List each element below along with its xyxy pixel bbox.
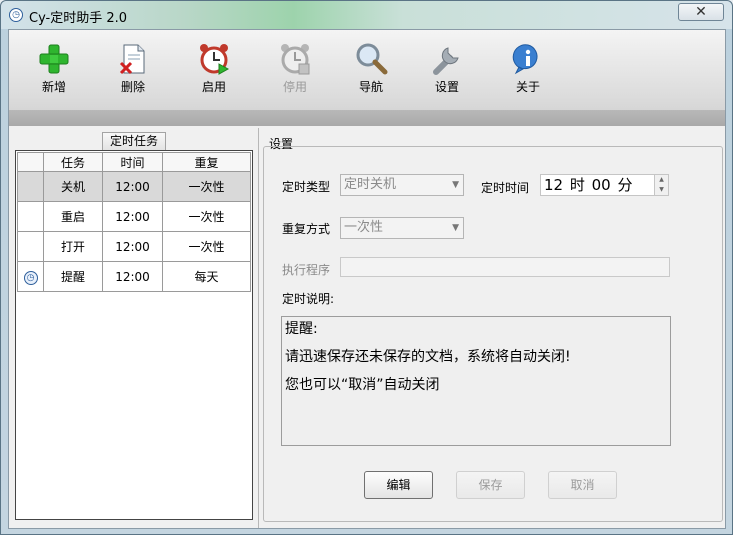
window-title: Cy-定时助手 2.0 (29, 11, 128, 26)
table-row[interactable]: 打开 12:00 一次性 (17, 231, 251, 262)
clock-app-icon[interactable]: ◷ (9, 8, 23, 22)
row-time: 12:00 (102, 231, 163, 262)
row-mark (17, 171, 44, 202)
delete-button-label: 删除 (120, 80, 145, 94)
magnifier-icon (356, 43, 388, 75)
timer-type-value: 定时关机 (344, 177, 397, 192)
task-list[interactable]: 任务 时间 重复 关机 12:00 一次性 重启 12:00 一次性 打开 12… (15, 150, 253, 520)
enable-button-label: 启用 (201, 80, 226, 94)
about-button-label: 关于 (515, 80, 540, 94)
add-button-label: 新增 (41, 80, 66, 94)
row-repeat: 一次性 (162, 231, 251, 262)
timer-time-label: 定时时间 (481, 181, 530, 195)
repeat-mode-select[interactable]: 一次性 ▼ (340, 217, 464, 239)
close-button[interactable]: ✕ (678, 3, 724, 21)
delete-button[interactable]: 删除 (103, 42, 163, 98)
timer-time-input[interactable]: 12 时 00 分 ▲ ▼ (540, 174, 669, 196)
task-table-header: 任务 时间 重复 (17, 152, 251, 172)
row-task: 重启 (43, 201, 103, 232)
alarm-clock-play-icon (200, 44, 230, 75)
row-repeat: 一次性 (162, 171, 251, 202)
row-repeat: 一次性 (162, 201, 251, 232)
save-button[interactable]: 保存 (456, 471, 525, 499)
table-row[interactable]: 重启 12:00 一次性 (17, 201, 251, 232)
navigate-button-label: 导航 (358, 80, 383, 94)
info-icon (512, 44, 538, 75)
task-group-title: 定时任务 (102, 132, 166, 150)
row-repeat: 每天 (162, 261, 251, 292)
table-row[interactable]: 关机 12:00 一次性 (17, 171, 251, 202)
repeat-mode-value: 一次性 (344, 220, 384, 235)
row-mark (17, 231, 44, 262)
spin-down-icon[interactable]: ▼ (655, 185, 668, 195)
chevron-down-icon: ▼ (452, 223, 459, 233)
column-header-time: 时间 (102, 152, 163, 172)
spin-up-icon[interactable]: ▲ (655, 175, 668, 185)
program-label: 执行程序 (282, 263, 331, 277)
app-window: ◷ Cy-定时助手 2.0 ✕ 新增 删除 启用 停用 导航 设置 关于 定时任… (0, 0, 733, 535)
navigate-button[interactable]: 导航 (341, 42, 401, 98)
add-button[interactable]: 新增 (24, 42, 84, 98)
about-button[interactable]: 关于 (498, 42, 558, 98)
row-task: 打开 (43, 231, 103, 262)
delete-document-icon (119, 44, 145, 75)
column-header-repeat: 重复 (162, 152, 251, 172)
repeat-mode-label: 重复方式 (282, 222, 331, 236)
toolbar-divider (9, 110, 725, 126)
settings-button-label: 设置 (434, 80, 459, 94)
task-table: 任务 时间 重复 关机 12:00 一次性 重启 12:00 一次性 打开 12… (17, 152, 251, 292)
table-row[interactable]: ◷ 提醒 12:00 每天 (17, 261, 251, 292)
column-header-task: 任务 (43, 152, 103, 172)
edit-button[interactable]: 编辑 (364, 471, 433, 499)
description-line: 您也可以“取消”自动关闭 (285, 377, 440, 393)
client-area: 新增 删除 启用 停用 导航 设置 关于 定时任务 任务 时间 重复 关机 12… (8, 29, 726, 529)
wrench-icon (433, 47, 459, 75)
row-time: 12:00 (102, 261, 163, 292)
toolbar: 新增 删除 启用 停用 导航 设置 关于 (9, 30, 725, 126)
row-mark: ◷ (17, 261, 44, 292)
cancel-button[interactable]: 取消 (548, 471, 617, 499)
disable-button[interactable]: 停用 (265, 42, 325, 98)
chevron-down-icon: ▼ (452, 180, 459, 190)
enable-button[interactable]: 启用 (184, 42, 244, 98)
task-group: 定时任务 任务 时间 重复 关机 12:00 一次性 重启 12:00 一次性 … (9, 128, 259, 528)
row-time: 12:00 (102, 201, 163, 232)
description-textarea[interactable]: 提醒: 请迅速保存还未保存的文档，系统将自动关闭! 您也可以“取消”自动关闭 (281, 316, 671, 446)
alarm-clock-stop-icon (281, 44, 310, 75)
time-spinner[interactable]: ▲ ▼ (654, 175, 668, 195)
row-task: 关机 (43, 171, 103, 202)
description-line: 请迅速保存还未保存的文档，系统将自动关闭! (285, 349, 571, 365)
disable-button-label: 停用 (282, 80, 307, 94)
description-line: 提醒: (285, 321, 318, 337)
row-time: 12:00 (102, 171, 163, 202)
row-mark (17, 201, 44, 232)
timer-time-value: 12 时 00 分 (544, 176, 633, 194)
clock-icon: ◷ (23, 270, 38, 285)
timer-type-label: 定时类型 (282, 180, 331, 194)
row-task: 提醒 (43, 261, 103, 292)
program-input[interactable] (340, 257, 670, 277)
description-label: 定时说明: (282, 292, 335, 306)
plus-icon (39, 44, 69, 74)
title-bar[interactable]: ◷ Cy-定时助手 2.0 ✕ (1, 1, 732, 29)
column-header-mark (17, 152, 44, 172)
timer-type-select[interactable]: 定时关机 ▼ (340, 174, 464, 196)
settings-button[interactable]: 设置 (417, 42, 477, 98)
